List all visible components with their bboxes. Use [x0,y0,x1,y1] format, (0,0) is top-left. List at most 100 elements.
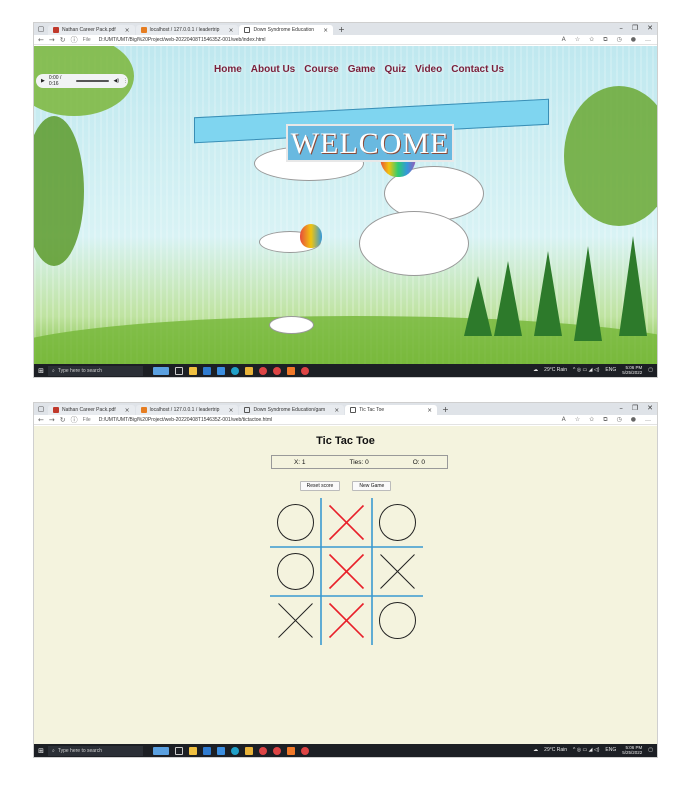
close-icon[interactable]: × [228,407,233,414]
taskbar-search[interactable]: ⌕ Type here to search [48,745,143,756]
collections-icon[interactable]: ⧉ [603,416,607,424]
folder-icon[interactable] [245,746,253,755]
tab-pdf[interactable]: Nathan Career Pack.pdf × [48,25,135,35]
windows-start-icon[interactable]: ⊞ [34,367,48,375]
menu-about-us[interactable]: About Us [251,64,295,75]
chrome-icon[interactable] [273,366,281,375]
board-cell[interactable] [380,554,415,589]
file-explorer-icon[interactable] [189,366,197,375]
weather-text[interactable]: 29°C Rain [544,367,567,373]
close-icon[interactable]: × [125,27,130,34]
new-tab-button[interactable]: + [334,25,349,35]
refresh-icon[interactable]: ↻ [60,36,66,44]
back-icon[interactable]: ← [38,36,44,44]
clock[interactable]: 5:06 PM 5/25/2022 [622,365,642,375]
history-icon[interactable]: ◷ [617,36,622,44]
profile-icon[interactable]: ● [631,36,636,44]
forward-icon[interactable]: → [49,36,55,44]
chrome-icon[interactable] [273,746,281,755]
widgets-icon[interactable] [153,366,169,375]
board-cell[interactable] [278,603,313,638]
more-options-icon[interactable]: ⋮ [123,78,128,84]
close-icon[interactable]: × [323,27,328,34]
restore-icon[interactable]: ❐ [632,24,638,32]
back-icon[interactable]: ← [38,416,44,424]
file-explorer-icon[interactable] [189,746,197,755]
new-tab-button[interactable]: + [438,405,453,415]
widgets-icon[interactable] [153,746,169,755]
close-icon[interactable]: × [228,27,233,34]
menu-home[interactable]: Home [214,64,242,75]
play-icon[interactable]: ▶ [41,78,45,84]
read-aloud-icon[interactable]: A [562,416,566,424]
new-game-button[interactable]: New Game [352,481,392,491]
audio-progress[interactable] [76,80,110,82]
profile-icon[interactable]: ● [631,416,636,424]
close-window-icon[interactable]: ✕ [647,24,653,32]
xampp-icon[interactable] [287,366,295,375]
read-aloud-icon[interactable]: A [562,36,566,44]
board-cell[interactable] [379,504,416,541]
forward-icon[interactable]: → [49,416,55,424]
favorite-icon[interactable]: ☆ [575,416,580,424]
windows-start-icon[interactable]: ⊞ [34,747,48,755]
favorites-icon[interactable]: ✩ [589,36,594,44]
minimize-icon[interactable]: – [619,404,623,412]
menu-game[interactable]: Game [348,64,376,75]
language-indicator[interactable]: ENG [605,747,616,753]
more-icon[interactable]: … [645,36,651,44]
chrome-icon[interactable] [301,366,309,375]
task-view-icon[interactable] [175,366,183,375]
store-icon[interactable] [217,746,225,755]
more-icon[interactable]: … [645,416,651,424]
tray-icons[interactable]: ^ ◎ ▭ ◢ ◁) [573,367,599,373]
notification-icon[interactable]: ▢ [648,747,653,753]
favorites-icon[interactable]: ✩ [589,416,594,424]
chrome-icon[interactable] [259,746,267,755]
close-window-icon[interactable]: ✕ [647,404,653,412]
url-field[interactable]: D:/UMT/UMT/Bigl%20Project/web-20220408T1… [99,37,266,43]
board-cell[interactable] [277,553,314,590]
close-icon[interactable]: × [334,407,339,414]
xampp-icon[interactable] [287,746,295,755]
tab-down-syndrome-game[interactable]: Down Syndrome Education/gam × [239,405,345,415]
weather-text[interactable]: 29°C Rain [544,747,567,753]
board-cell[interactable] [328,602,365,639]
refresh-icon[interactable]: ↻ [60,416,66,424]
edge-icon[interactable] [231,366,239,375]
language-indicator[interactable]: ENG [605,367,616,373]
reset-score-button[interactable]: Reset score [299,481,341,491]
notification-icon[interactable]: ▢ [648,367,653,373]
board-cell[interactable] [379,602,416,639]
taskbar-search[interactable]: ⌕ Type here to search [48,365,143,376]
mail-icon[interactable] [203,746,211,755]
menu-quiz[interactable]: Quiz [385,64,407,75]
tab-tic-tac-toe[interactable]: Tic Tac Toe × [345,405,438,415]
board-cell[interactable] [328,504,365,541]
mail-icon[interactable] [203,366,211,375]
tray-icons[interactable]: ^ ◎ ▭ ◢ ◁) [573,747,599,753]
volume-icon[interactable]: ◀) [113,78,119,84]
menu-contact-us[interactable]: Contact Us [451,64,504,75]
tab-down-syndrome[interactable]: Down Syndrome Education × [239,25,334,35]
tab-localhost[interactable]: localhost / 127.0.0.1 / leadertrip × [135,25,239,35]
restore-icon[interactable]: ❐ [632,404,638,412]
minimize-icon[interactable]: – [619,24,623,32]
window-menu-icon[interactable]: ▢ [36,404,46,414]
edge-icon[interactable] [231,746,239,755]
favorite-icon[interactable]: ☆ [575,36,580,44]
collections-icon[interactable]: ⧉ [603,36,607,44]
folder-icon[interactable] [245,366,253,375]
chrome-icon[interactable] [259,366,267,375]
close-icon[interactable]: × [125,407,130,414]
clock[interactable]: 5:06 PM 5/25/2022 [622,745,642,755]
chrome-icon[interactable] [301,746,309,755]
tab-pdf[interactable]: Nathan Career Pack.pdf × [48,405,135,415]
url-field[interactable]: D:/UMT/UMT/Bigl%20Project/web-20220408T1… [99,417,272,423]
menu-video[interactable]: Video [415,64,442,75]
store-icon[interactable] [217,366,225,375]
history-icon[interactable]: ◷ [617,416,622,424]
board-cell[interactable] [328,553,365,590]
board-cell[interactable] [277,504,314,541]
window-menu-icon[interactable]: ▢ [36,24,46,34]
